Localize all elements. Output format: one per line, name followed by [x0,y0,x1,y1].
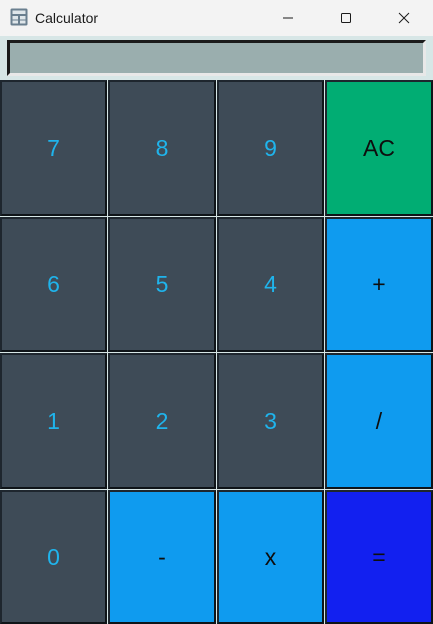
subtract-button[interactable]: - [108,490,216,624]
keypad: 7 8 9 AC 6 5 4 + 1 2 3 / 0 - x = [0,80,433,624]
close-button[interactable] [375,0,433,36]
multiply-button[interactable]: x [217,490,324,624]
calculator-icon [10,8,28,26]
key-5[interactable]: 5 [108,217,216,352]
add-button[interactable]: + [325,217,433,352]
clear-button[interactable]: AC [325,80,433,216]
close-icon [398,12,410,24]
key-2[interactable]: 2 [108,353,216,489]
key-1[interactable]: 1 [0,353,107,489]
key-3[interactable]: 3 [217,353,324,489]
divide-button[interactable]: / [325,353,433,489]
minimize-button[interactable] [259,0,317,36]
equals-button[interactable]: = [325,490,433,624]
key-7[interactable]: 7 [0,80,107,216]
title-bar: Calculator [0,0,433,36]
minimize-icon [282,12,294,24]
display-frame [3,37,430,79]
key-4[interactable]: 4 [217,217,324,352]
key-9[interactable]: 9 [217,80,324,216]
calculator-window: Calculator 7 8 9 AC 6 5 4 + 1 2 3 / 0 - … [0,0,433,624]
key-6[interactable]: 6 [0,217,107,352]
maximize-icon [340,12,352,24]
key-0[interactable]: 0 [0,490,107,624]
display-field[interactable] [7,40,426,76]
window-title: Calculator [35,10,99,26]
key-8[interactable]: 8 [108,80,216,216]
maximize-button[interactable] [317,0,375,36]
